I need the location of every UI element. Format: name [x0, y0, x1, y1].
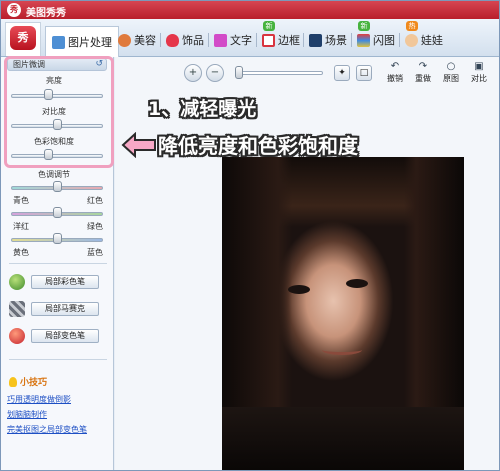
arrow-left-icon	[121, 132, 156, 158]
redo-button[interactable]: ↷ 重做	[410, 61, 436, 87]
frame-icon	[262, 33, 275, 47]
home-logo-icon: 秀	[10, 26, 36, 50]
scene-icon	[309, 33, 322, 47]
color-pen-icon	[9, 274, 25, 290]
local-color-pen-button[interactable]: 局部彩色笔	[31, 275, 99, 289]
compare-button[interactable]: ▣ 对比	[466, 61, 492, 87]
redo-icon: ↷	[418, 61, 428, 72]
tip-link-drawing[interactable]: 划脑脑制作	[7, 409, 47, 420]
instruction-annotation: 降低亮度和色彩饱和度	[158, 134, 358, 158]
tone-label: 色调调节	[38, 170, 70, 179]
tab-divider	[303, 33, 304, 47]
tab-flash[interactable]: 闪图 新	[354, 21, 398, 50]
local-recolor-pen-button[interactable]: 局部变色笔	[31, 329, 99, 343]
tab-frame[interactable]: 边框 新	[259, 21, 303, 50]
new-badge: 新	[263, 21, 275, 31]
tab-label: 娃娃	[421, 34, 443, 47]
actual-size-icon[interactable]: □	[356, 65, 372, 81]
zoom-in-icon[interactable]: +	[184, 64, 202, 82]
app-logo-icon: 秀	[7, 3, 21, 17]
redo-label: 重做	[415, 74, 431, 83]
tab-label: 闪图	[373, 34, 395, 47]
tab-divider	[160, 33, 161, 47]
tab-label: 饰品	[182, 34, 204, 47]
undo-button[interactable]: ↶ 撤销	[382, 61, 408, 87]
tab-beauty[interactable]: 美容	[115, 30, 159, 50]
original-label: 原图	[443, 74, 459, 83]
tab-label: 文字	[230, 34, 252, 47]
tip-link-cutout[interactable]: 完美抠图之局部变色笔	[7, 424, 87, 435]
photo-clothes	[222, 407, 464, 470]
tab-doll[interactable]: 娃娃 热	[402, 21, 446, 50]
tips-title-text: 小技巧	[20, 378, 48, 388]
yellow-label: 黄色	[13, 248, 29, 257]
fit-screen-icon[interactable]: ✦	[334, 65, 350, 81]
new-badge: 新	[358, 21, 370, 31]
divider	[9, 263, 107, 264]
undo-icon: ↶	[390, 61, 400, 72]
tab-divider	[351, 33, 352, 47]
image-edit-icon	[52, 35, 65, 49]
tab-divider	[399, 33, 400, 47]
zoom-slider[interactable]	[235, 66, 243, 79]
tab-accessories[interactable]: 饰品	[163, 30, 207, 50]
red-label: 红色	[87, 196, 103, 205]
text-icon	[214, 33, 227, 47]
face-icon	[118, 33, 131, 47]
zoom-out-icon[interactable]: −	[206, 64, 224, 82]
photo-eye	[288, 285, 310, 294]
zoom-track[interactable]	[237, 71, 323, 75]
tip-link-reflection[interactable]: 巧用透明度做倒影	[7, 394, 71, 405]
tab-image-process[interactable]: 图片处理	[45, 26, 119, 57]
lightbulb-icon	[9, 376, 17, 387]
tab-text[interactable]: 文字	[211, 30, 255, 50]
mosaic-icon	[9, 301, 25, 317]
highlight-box	[4, 56, 114, 168]
photo-mouth	[322, 345, 362, 355]
tab-bar: 秀 图片处理 美容 饰品 文字 边框 新 场景 闪图 新 娃娃 热	[1, 19, 499, 57]
compare-icon: ▣	[474, 61, 484, 72]
cyan-red-slider[interactable]	[53, 181, 62, 192]
tab-label: 场景	[325, 34, 347, 47]
green-label: 绿色	[87, 222, 103, 231]
tab-divider	[256, 33, 257, 47]
local-mosaic-button[interactable]: 局部马赛克	[31, 302, 99, 316]
yellow-blue-slider[interactable]	[53, 233, 62, 244]
blue-label: 蓝色	[87, 248, 103, 257]
edited-photo	[222, 157, 464, 470]
photo-eye	[346, 279, 368, 288]
doll-icon	[405, 33, 418, 47]
view-toolbar: + − ✦ □ ↶ 撤销 ↷ 重做 ○ 原图 ▣ 对比	[172, 59, 498, 89]
step-annotation: 1、减轻曝光	[148, 98, 257, 120]
title-bar: 秀 美图秀秀	[1, 1, 499, 19]
tab-divider	[208, 33, 209, 47]
compare-label: 对比	[471, 74, 487, 83]
tips-title: 小技巧	[9, 375, 47, 388]
tab-scene[interactable]: 场景	[306, 30, 350, 50]
recolor-pen-icon	[9, 328, 25, 344]
flash-image-icon	[357, 33, 370, 47]
heart-icon	[166, 33, 179, 47]
app-title: 美图秀秀	[26, 8, 66, 19]
tab-label: 边框	[278, 34, 300, 47]
magenta-label: 洋红	[13, 222, 29, 231]
magenta-green-slider[interactable]	[53, 207, 62, 218]
tab-label: 美容	[134, 34, 156, 47]
undo-label: 撤销	[387, 74, 403, 83]
home-tab[interactable]: 秀	[5, 22, 41, 56]
cyan-label: 青色	[13, 196, 29, 205]
divider	[9, 359, 107, 360]
hot-badge: 热	[406, 21, 418, 31]
tab-label: 图片处理	[68, 36, 112, 49]
original-button[interactable]: ○ 原图	[438, 61, 464, 87]
original-icon: ○	[446, 61, 456, 72]
